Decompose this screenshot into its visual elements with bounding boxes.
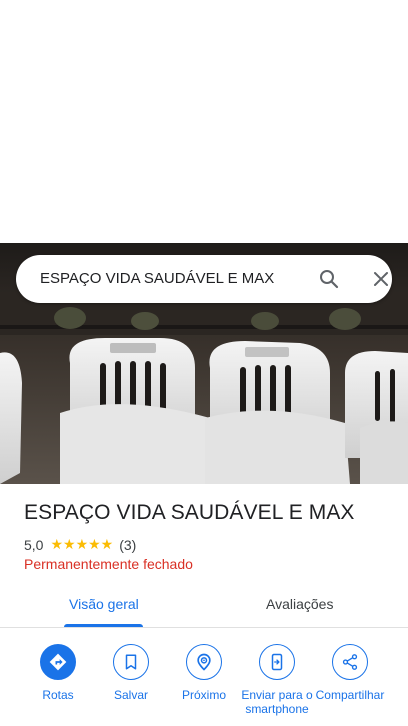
close-icon[interactable] (369, 267, 393, 291)
search-bar[interactable]: ESPAÇO VIDA SAUDÁVEL E MAX (16, 255, 392, 303)
star-rating-icon: ★★★★★ (50, 536, 114, 552)
map-blank-area (0, 0, 408, 243)
tab-bar: Visão geral Avaliações (0, 588, 408, 628)
rating-value: 5,0 (24, 536, 44, 553)
search-input[interactable]: ESPAÇO VIDA SAUDÁVEL E MAX (40, 270, 274, 287)
directions-icon (40, 644, 76, 680)
share-icon (332, 644, 368, 680)
active-tab-indicator (64, 624, 143, 627)
save-button[interactable]: Salvar (91, 644, 171, 702)
nearby-icon (186, 644, 222, 680)
review-count[interactable]: (3) (119, 537, 136, 553)
share-label: Compartilhar (315, 688, 385, 702)
directions-label: Rotas (42, 688, 74, 702)
bookmark-icon (113, 644, 149, 680)
directions-button[interactable]: Rotas (18, 644, 98, 702)
rating-row[interactable]: 5,0 ★★★★★ (3) (24, 536, 136, 553)
share-button[interactable]: Compartilhar (310, 644, 390, 702)
nearby-label: Próximo (181, 688, 226, 702)
send-to-phone-icon (259, 644, 295, 680)
tab-overview[interactable]: Visão geral (69, 596, 139, 612)
action-bar: Rotas Salvar Próximo Enviar para o smart… (0, 644, 408, 726)
save-label: Salvar (113, 688, 148, 702)
send-to-phone-button[interactable]: Enviar para o smartphone (237, 644, 317, 716)
tab-reviews[interactable]: Avaliações (266, 596, 333, 612)
send-to-phone-label: Enviar para o smartphone (241, 688, 313, 716)
status-text: Permanentemente fechado (24, 556, 193, 572)
nearby-button[interactable]: Próximo (164, 644, 244, 702)
search-icon[interactable] (317, 267, 341, 291)
place-title: ESPAÇO VIDA SAUDÁVEL E MAX (24, 501, 355, 524)
